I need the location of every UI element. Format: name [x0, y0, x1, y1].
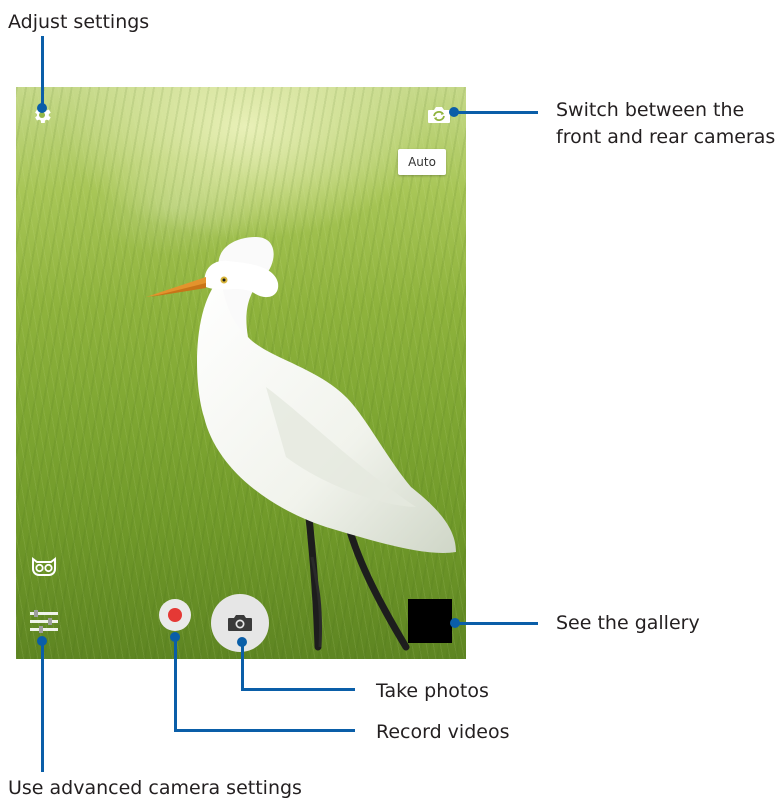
- gallery-thumbnail[interactable]: [408, 599, 452, 643]
- camera-viewfinder[interactable]: Auto: [16, 87, 466, 659]
- record-icon: [168, 608, 182, 622]
- see-gallery-label: See the gallery: [556, 612, 700, 634]
- callout-line-record-v: [174, 637, 177, 732]
- callout-line-take-photos-h: [241, 688, 355, 691]
- callout-line-settings: [41, 36, 44, 108]
- callout-dot-advanced: [37, 636, 47, 646]
- advanced-settings-label: Use advanced camera settings: [8, 777, 302, 799]
- camera-icon: [228, 615, 252, 631]
- callout-line-gallery: [456, 622, 538, 625]
- owl-icon[interactable]: [29, 556, 59, 578]
- adjust-settings-label: Adjust settings: [8, 11, 150, 33]
- record-videos-label: Record videos: [376, 721, 510, 743]
- callout-dot-record: [170, 632, 180, 642]
- callout-dot-switch: [449, 107, 459, 117]
- callout-line-advanced: [41, 640, 44, 772]
- callout-dot-gallery: [450, 618, 460, 628]
- callout-line-take-photos-v: [241, 642, 244, 691]
- record-video-button[interactable]: [159, 599, 191, 631]
- take-photos-label: Take photos: [376, 680, 489, 702]
- camera-switch-icon[interactable]: [426, 104, 452, 126]
- callout-line-switch: [456, 111, 538, 114]
- callout-line-record-h: [174, 729, 355, 732]
- callout-dot-settings: [37, 103, 47, 113]
- callout-dot-take-photos: [237, 637, 247, 647]
- switch-cameras-label-line2: front and rear cameras: [556, 126, 776, 148]
- switch-cameras-label-line1: Switch between the: [556, 99, 745, 121]
- auto-mode-button[interactable]: Auto: [398, 149, 446, 175]
- advanced-settings-icon[interactable]: [28, 609, 60, 635]
